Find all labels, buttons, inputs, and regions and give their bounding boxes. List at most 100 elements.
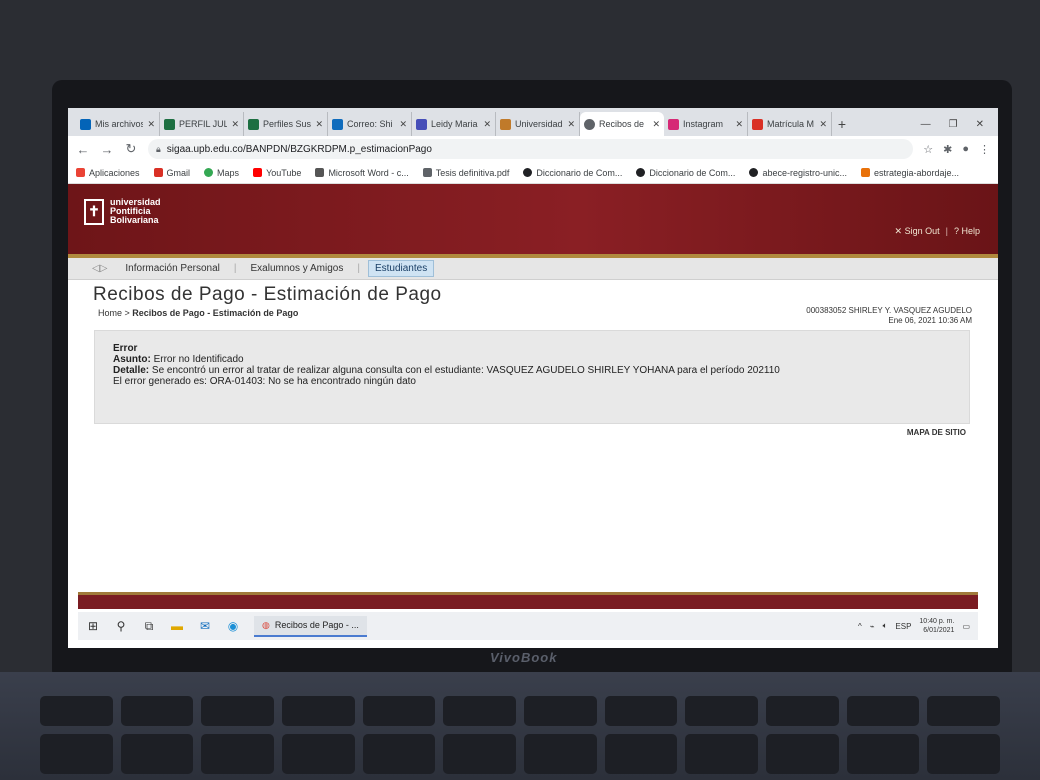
star-icon[interactable]: ☆ <box>923 143 933 156</box>
help-link[interactable]: ? Help <box>954 226 980 237</box>
keyboard-key <box>604 696 678 726</box>
menu-kebab-icon[interactable]: ⋮ <box>979 143 990 156</box>
tab-favicon-icon <box>416 118 427 130</box>
close-window-icon[interactable]: ✕ <box>976 119 984 130</box>
keyboard-key <box>766 734 839 774</box>
tab-favicon-icon <box>668 118 679 130</box>
keyboard-key <box>685 734 759 774</box>
keyboard-key <box>846 734 920 774</box>
file-explorer-icon[interactable]: ▬ <box>170 619 184 633</box>
tab-favicon-icon <box>164 118 175 130</box>
youtube-icon <box>253 168 263 177</box>
windows-start-icon[interactable]: ⊞ <box>86 619 100 633</box>
nav-arrows-icon[interactable]: ◁▷ <box>92 263 107 274</box>
globe-icon <box>636 168 646 177</box>
error-code-text: El error generado es: ORA-01403: No se h… <box>113 376 416 387</box>
close-tab-icon[interactable]: ✕ <box>315 119 323 130</box>
volume-icon[interactable]: 🔈︎ <box>883 621 888 631</box>
language-indicator[interactable]: ESP <box>895 622 911 631</box>
profile-avatar-icon[interactable]: ● <box>962 143 969 156</box>
bookmark-item[interactable]: Microsoft Word - c... <box>315 168 409 178</box>
bookmark-item[interactable]: Tesis definitiva.pdf <box>422 168 509 178</box>
close-tab-icon[interactable]: ✕ <box>399 119 407 130</box>
maps-pin-icon <box>204 168 214 177</box>
page-title: Recibos de Pago - Estimación de Pago <box>93 284 442 305</box>
university-logo[interactable]: ✝ universidad Pontificia Bolivariana <box>84 198 161 225</box>
keyboard-key <box>201 696 275 726</box>
close-tab-icon[interactable]: ✕ <box>735 119 743 130</box>
close-tab-icon[interactable]: ✕ <box>483 119 491 130</box>
keyboard-key <box>443 734 517 774</box>
sign-out-link[interactable]: ✕ Sign Out <box>895 226 940 237</box>
keyboard-key <box>40 734 113 774</box>
reload-icon[interactable]: ↻ <box>124 141 138 157</box>
nav-exalumnos[interactable]: Exalumnos y Amigos <box>245 261 350 276</box>
task-view-icon[interactable]: ⧉ <box>142 619 156 633</box>
maximize-icon[interactable]: ❐ <box>949 119 958 130</box>
error-heading: Error <box>113 343 138 354</box>
close-tab-icon[interactable]: ✕ <box>231 119 239 130</box>
close-tab-icon[interactable]: ✕ <box>147 119 155 130</box>
browser-tab[interactable]: PERFIL JULIO✕ <box>160 112 244 136</box>
keyboard-key <box>120 696 194 726</box>
mail-icon[interactable]: ✉ <box>198 619 212 633</box>
bookmark-item[interactable]: Diccionario de Com... <box>523 168 622 178</box>
tab-favicon-icon <box>80 118 91 130</box>
keyboard-key <box>201 734 275 774</box>
browser-tab-active[interactable]: Recibos de ✕ <box>580 112 664 136</box>
extensions-icon[interactable]: ✱ <box>943 143 952 156</box>
divider: | <box>945 226 948 236</box>
notification-icon[interactable]: ▭ <box>962 622 970 631</box>
browser-tab[interactable]: Instagram ✕ <box>664 112 748 136</box>
bookmark-item[interactable]: Aplicaciones <box>76 168 140 178</box>
breadcrumb-home[interactable]: Home <box>98 308 122 318</box>
browser-tab[interactable]: Universidad ✕ <box>496 112 580 136</box>
clock[interactable]: 10:40 p. m. 6/01/2021 <box>919 617 954 635</box>
keyboard-key <box>766 696 839 726</box>
browser-toolbar: ← → ↻ 🔒︎ sigaa.upb.edu.co/BANPDN/BZGKRDP… <box>68 136 998 162</box>
bookmark-item[interactable]: YouTube <box>253 168 301 178</box>
bookmark-item[interactable]: estrategia-abordaje... <box>860 168 959 178</box>
laptop-keyboard <box>0 672 1040 780</box>
close-tab-icon[interactable]: ✕ <box>819 119 827 130</box>
forward-arrow-icon[interactable]: → <box>100 142 114 157</box>
nav-estudiantes[interactable]: Estudiantes <box>367 260 435 277</box>
browser-tab[interactable]: Correo: Shi ✕ <box>328 112 412 136</box>
back-arrow-icon[interactable]: ← <box>76 142 90 157</box>
close-tab-icon[interactable]: ✕ <box>567 119 575 130</box>
detalle-text: Se encontró un error al tratar de realiz… <box>151 365 780 376</box>
user-id-name: 000383052 SHIRLEY Y. VASQUEZ AGUDELO <box>806 306 972 315</box>
main-nav: ◁▷ Información Personal | Exalumnos y Am… <box>68 258 998 280</box>
bookmark-item[interactable]: Diccionario de Com... <box>636 168 735 178</box>
keyboard-key <box>40 696 113 726</box>
address-bar[interactable]: 🔒︎ sigaa.upb.edu.co/BANPDN/BZGKRDPM.p_es… <box>148 139 914 159</box>
browser-tab[interactable]: Matrícula M ✕ <box>748 112 832 136</box>
taskbar-chrome-app[interactable]: ◍ Recibos de Pago - ... <box>254 615 367 637</box>
browser-tab[interactable]: Perfiles Susi ✕ <box>244 112 328 136</box>
divider: | <box>233 263 237 274</box>
bookmark-item[interactable]: abece-registro-unic... <box>749 168 847 178</box>
close-tab-icon[interactable]: ✕ <box>652 119 660 130</box>
bookmark-item[interactable]: Maps <box>204 168 239 178</box>
globe-icon <box>749 168 759 177</box>
session-date: Ene 06, 2021 10:36 AM <box>888 316 972 325</box>
lock-icon[interactable]: 🔒︎ <box>156 144 161 155</box>
search-icon[interactable]: ⚲ <box>114 619 128 633</box>
chrome-icon: ◍ <box>262 619 270 630</box>
browser-tab[interactable]: Leidy Maria ✕ <box>412 112 496 136</box>
chevron-up-icon[interactable]: ^ <box>858 622 862 631</box>
network-icon[interactable]: ⌁ <box>870 622 875 631</box>
edge-browser-icon[interactable]: ◉ <box>226 619 240 633</box>
detalle-label: Detalle: <box>113 365 150 376</box>
bookmark-item[interactable]: Gmail <box>153 168 190 178</box>
new-tab-button[interactable]: + <box>832 112 852 136</box>
system-tray: ^ ⌁ 🔈︎ ESP 10:40 p. m. 6/01/2021 ▭ <box>858 617 970 635</box>
nav-informacion-personal[interactable]: Información Personal <box>119 261 226 276</box>
windows-taskbar: ⊞ ⚲ ⧉ ▬ ✉ ◉ ◍ Recibos de Pago - ... ^ ⌁ … <box>78 612 978 640</box>
keyboard-key <box>846 696 920 726</box>
browser-tab[interactable]: Mis archivos ✕ <box>76 112 160 136</box>
keyboard-key <box>362 696 436 726</box>
sitemap-link[interactable]: MAPA DE SITIO <box>907 428 966 437</box>
asunto-text: Error no Identificado <box>153 354 244 365</box>
minimize-icon[interactable]: — <box>921 119 931 130</box>
